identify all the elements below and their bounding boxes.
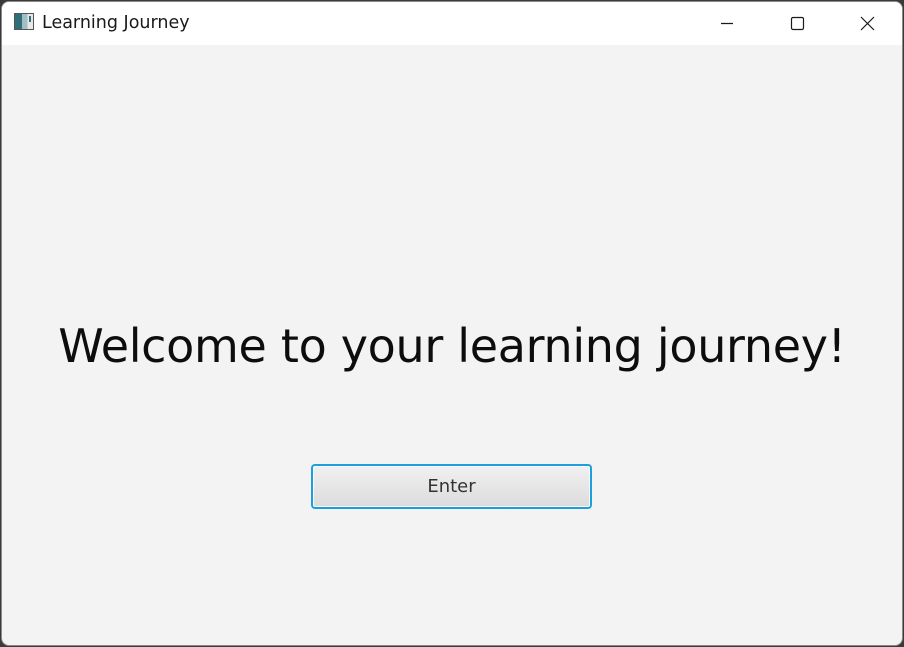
minimize-button[interactable]	[692, 2, 762, 45]
app-window: Learning Journey Welcome to your learnin…	[1, 1, 903, 646]
welcome-heading: Welcome to your learning journey!	[58, 319, 846, 373]
maximize-icon	[790, 16, 805, 31]
title-bar[interactable]: Learning Journey	[2, 2, 902, 45]
minimize-icon	[721, 22, 733, 25]
app-window-icon	[14, 13, 34, 30]
maximize-button[interactable]	[762, 2, 832, 45]
close-icon	[860, 16, 875, 31]
window-title: Learning Journey	[42, 13, 190, 33]
close-button[interactable]	[832, 2, 902, 45]
enter-button[interactable]: Enter	[311, 464, 592, 509]
